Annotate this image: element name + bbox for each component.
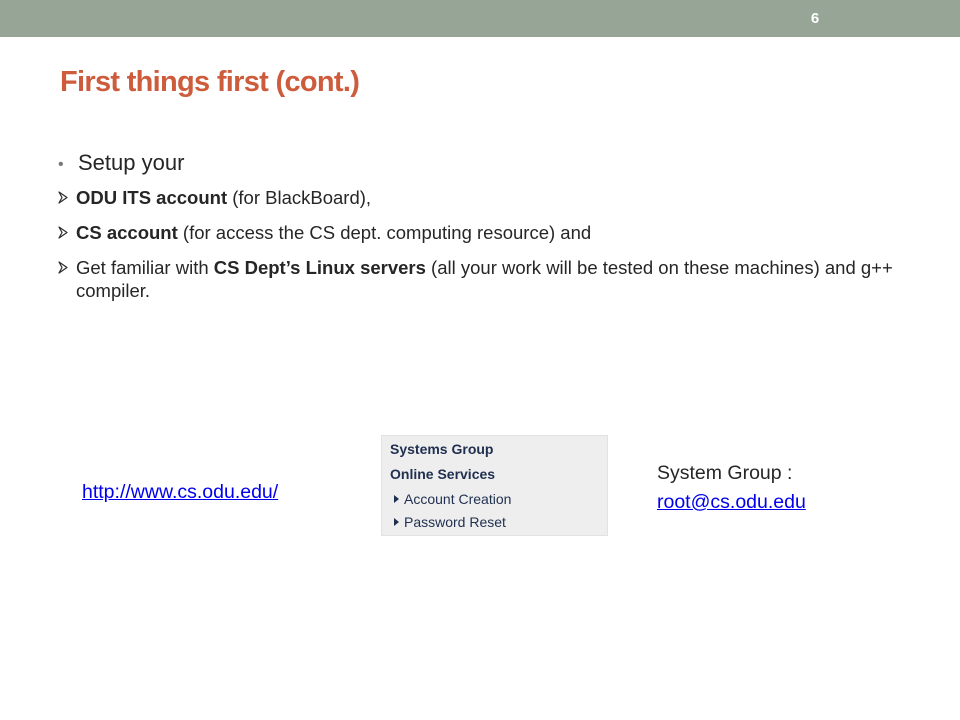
top-bar: 6 xyxy=(0,0,960,37)
triangle-right-icon xyxy=(394,518,399,526)
systems-group-menu: Systems Group Online Services Account Cr… xyxy=(381,435,608,536)
sub-item-its-account: ODU ITS account (for BlackBoard), xyxy=(58,186,918,209)
sub-item-cs-account: CS account (for access the CS dept. comp… xyxy=(58,221,918,244)
arrow-bullet-icon xyxy=(58,261,68,274)
system-group-email-link[interactable]: root@cs.odu.edu xyxy=(657,491,806,514)
sub-item-text: (for BlackBoard), xyxy=(227,187,372,208)
menu-heading-systems-group: Systems Group xyxy=(390,441,494,457)
sub-item-text: (for access the CS dept. computing resou… xyxy=(177,222,592,243)
cs-website-link[interactable]: http://www.cs.odu.edu/ xyxy=(82,481,278,504)
menu-item-password-reset[interactable]: Password Reset xyxy=(394,514,506,530)
menu-item-label: Password Reset xyxy=(404,514,506,530)
sub-item-bold: ODU ITS account xyxy=(76,187,228,208)
content-list: • Setup your ODU ITS account (for BlackB… xyxy=(58,150,918,314)
sub-item-bold: CS account xyxy=(76,222,178,243)
slide-title: First things first (cont.) xyxy=(60,66,360,98)
menu-item-label: Account Creation xyxy=(404,491,512,507)
system-group-label: System Group : xyxy=(657,462,793,484)
arrow-bullet-icon xyxy=(58,226,68,239)
menu-item-account-creation[interactable]: Account Creation xyxy=(394,491,511,507)
main-bullet-text: Setup your xyxy=(78,150,185,175)
page-number: 6 xyxy=(810,10,820,27)
triangle-right-icon xyxy=(394,495,399,503)
main-bullet: • Setup your xyxy=(58,150,918,176)
bullet-dot-icon: • xyxy=(58,156,64,173)
menu-heading-online-services: Online Services xyxy=(390,466,496,482)
sub-item-linux-servers: Get familiar with CS Dept’s Linux server… xyxy=(58,256,918,302)
arrow-bullet-icon xyxy=(58,191,68,204)
sub-item-prefix: Get familiar with xyxy=(76,257,214,278)
sub-item-bold: CS Dept’s Linux servers xyxy=(213,257,426,278)
